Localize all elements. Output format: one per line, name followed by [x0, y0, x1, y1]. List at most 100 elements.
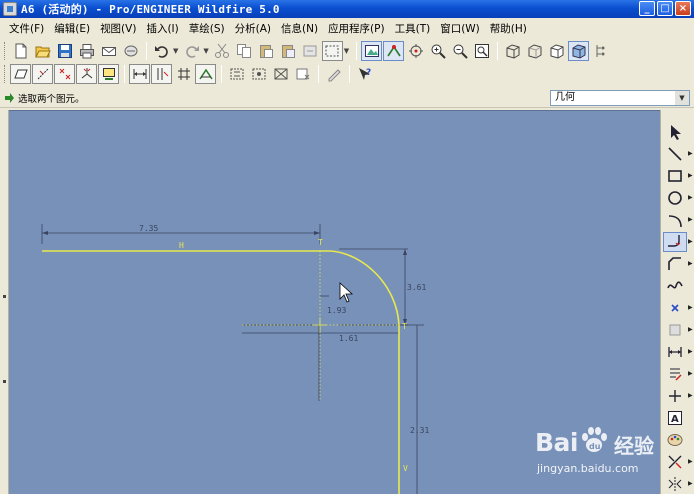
arc-tool-more-icon[interactable]: ▶	[688, 216, 693, 223]
plane-display-icon[interactable]	[10, 64, 31, 84]
copy-icon[interactable]	[234, 41, 255, 61]
menu-applications[interactable]: 应用程序(P)	[323, 21, 390, 36]
orient-sketch-icon[interactable]	[383, 41, 405, 61]
trim-tool-icon[interactable]	[663, 452, 687, 472]
new-file-icon[interactable]	[10, 41, 31, 61]
menu-edit[interactable]: 编辑(E)	[49, 21, 95, 36]
mirror-tool-more-icon[interactable]: ▶	[688, 480, 693, 487]
maximize-button[interactable]: □	[657, 1, 673, 16]
selection-filter-dropdown[interactable]: 几何 ▼	[550, 90, 690, 106]
print-icon[interactable]	[76, 41, 97, 61]
hidden-line-icon[interactable]	[524, 41, 545, 61]
dimension-tool-icon[interactable]	[663, 342, 687, 362]
highlight-open-ends-icon[interactable]	[248, 64, 269, 84]
modify-tool-icon[interactable]	[663, 364, 687, 384]
prompt-arrow-icon	[5, 92, 14, 103]
regenerate-icon[interactable]	[300, 41, 321, 61]
annotation-display-icon[interactable]	[98, 64, 119, 84]
overlapping-geometry-icon[interactable]	[270, 64, 291, 84]
palette-tool-icon[interactable]	[663, 430, 687, 450]
modify-tool-more-icon[interactable]: ▶	[688, 370, 693, 377]
use-edge-tool-icon[interactable]	[663, 320, 687, 340]
menu-help[interactable]: 帮助(H)	[485, 21, 532, 36]
trim-tool-more-icon[interactable]: ▶	[688, 458, 693, 465]
spin-center-icon[interactable]	[405, 41, 426, 61]
arc-tool-icon[interactable]	[663, 210, 687, 230]
mirror-tool-icon[interactable]	[663, 474, 687, 494]
dimension-display-icon[interactable]	[129, 64, 150, 84]
toolbar-grip[interactable]	[4, 65, 7, 83]
spline-tool-icon[interactable]	[663, 276, 687, 296]
rectangle-tool-icon[interactable]	[663, 166, 687, 186]
zoom-out-icon[interactable]	[449, 41, 470, 61]
minimize-button[interactable]: _	[639, 1, 655, 16]
chamfer-tool-icon[interactable]	[663, 254, 687, 274]
toolbar-separator	[318, 65, 319, 83]
zoom-in-icon[interactable]	[427, 41, 448, 61]
selection-box-icon[interactable]	[321, 41, 343, 61]
use-edge-more-icon[interactable]: ▶	[688, 326, 693, 333]
menu-tools[interactable]: 工具(T)	[390, 21, 436, 36]
dimension-tool-more-icon[interactable]: ▶	[688, 348, 693, 355]
datum-display-icon[interactable]	[590, 41, 611, 61]
axis-display-icon[interactable]	[32, 64, 53, 84]
vertex-display-icon[interactable]	[195, 64, 216, 84]
csys-display-icon[interactable]	[76, 64, 97, 84]
cut-icon[interactable]	[212, 41, 233, 61]
constraint-tool-icon[interactable]	[663, 386, 687, 406]
prompt-message: 选取两个图元。	[18, 93, 85, 105]
shading-icon[interactable]	[568, 41, 590, 61]
paste-special-icon[interactable]	[278, 41, 299, 61]
save-icon[interactable]	[54, 41, 75, 61]
constraint-tool-more-icon[interactable]: ▶	[688, 392, 693, 399]
redo-icon[interactable]	[181, 41, 202, 61]
point-tool-more-icon[interactable]: ▶	[688, 304, 693, 311]
paste-icon[interactable]	[256, 41, 277, 61]
fillet-tool-icon[interactable]	[663, 232, 687, 252]
app-icon[interactable]	[3, 2, 17, 16]
undo-icon[interactable]	[151, 41, 172, 61]
menu-window[interactable]: 窗口(W)	[435, 21, 485, 36]
circle-tool-more-icon[interactable]: ▶	[688, 194, 693, 201]
chevron-down-icon[interactable]: ▼	[675, 91, 689, 105]
menu-file[interactable]: 文件(F)	[4, 21, 49, 36]
line-tool-icon[interactable]	[663, 144, 687, 164]
feature-requirements-icon[interactable]	[292, 64, 313, 84]
wireframe-icon[interactable]	[502, 41, 523, 61]
rectangle-tool-more-icon[interactable]: ▶	[688, 172, 693, 179]
menu-sketch[interactable]: 草绘(S)	[184, 21, 230, 36]
send-mail-icon[interactable]	[98, 41, 119, 61]
selection-dropdown-icon[interactable]: ▼	[344, 47, 349, 55]
open-folder-icon[interactable]	[32, 41, 53, 61]
point-display-icon[interactable]	[54, 64, 75, 84]
no-hidden-icon[interactable]	[546, 41, 567, 61]
point-tool-icon[interactable]	[663, 298, 687, 318]
send-link-icon[interactable]	[120, 41, 141, 61]
refit-icon[interactable]	[471, 41, 492, 61]
menu-view[interactable]: 视图(V)	[95, 21, 141, 36]
text-tool-icon[interactable]: A	[663, 408, 687, 428]
circle-tool-icon[interactable]	[663, 188, 687, 208]
redo-dropdown-icon[interactable]: ▼	[203, 47, 208, 55]
left-sash[interactable]	[0, 110, 9, 494]
constraint-display-icon[interactable]	[151, 64, 172, 84]
sketch-tool-icon[interactable]	[323, 64, 344, 84]
menu-analysis[interactable]: 分析(A)	[230, 21, 276, 36]
menu-info[interactable]: 信息(N)	[276, 21, 323, 36]
sketcher-toolbar: ▶ ▶ ▶ ▶ ▶ ▶ ▶ ▶ ▶ ▶ ▶ A ▶ ▶	[660, 110, 694, 494]
dim-arc-horizontal: 1.61	[339, 334, 358, 343]
grid-display-icon[interactable]	[173, 64, 194, 84]
chamfer-tool-more-icon[interactable]: ▶	[688, 260, 693, 267]
shade-closed-loop-icon[interactable]	[226, 64, 247, 84]
context-help-icon[interactable]: ?	[354, 64, 375, 84]
undo-dropdown-icon[interactable]: ▼	[173, 47, 178, 55]
fillet-tool-more-icon[interactable]: ▶	[688, 238, 693, 245]
close-button[interactable]: ×	[675, 1, 691, 16]
main-toolbar: ▼ ▼ ▼	[0, 39, 694, 63]
watermark-url: jingyan.baidu.com	[537, 462, 639, 475]
toolbar-grip[interactable]	[4, 42, 7, 60]
line-tool-more-icon[interactable]: ▶	[688, 150, 693, 157]
select-arrow-icon[interactable]	[663, 122, 687, 142]
repaint-icon[interactable]	[361, 41, 383, 61]
menu-insert[interactable]: 插入(I)	[141, 21, 183, 36]
